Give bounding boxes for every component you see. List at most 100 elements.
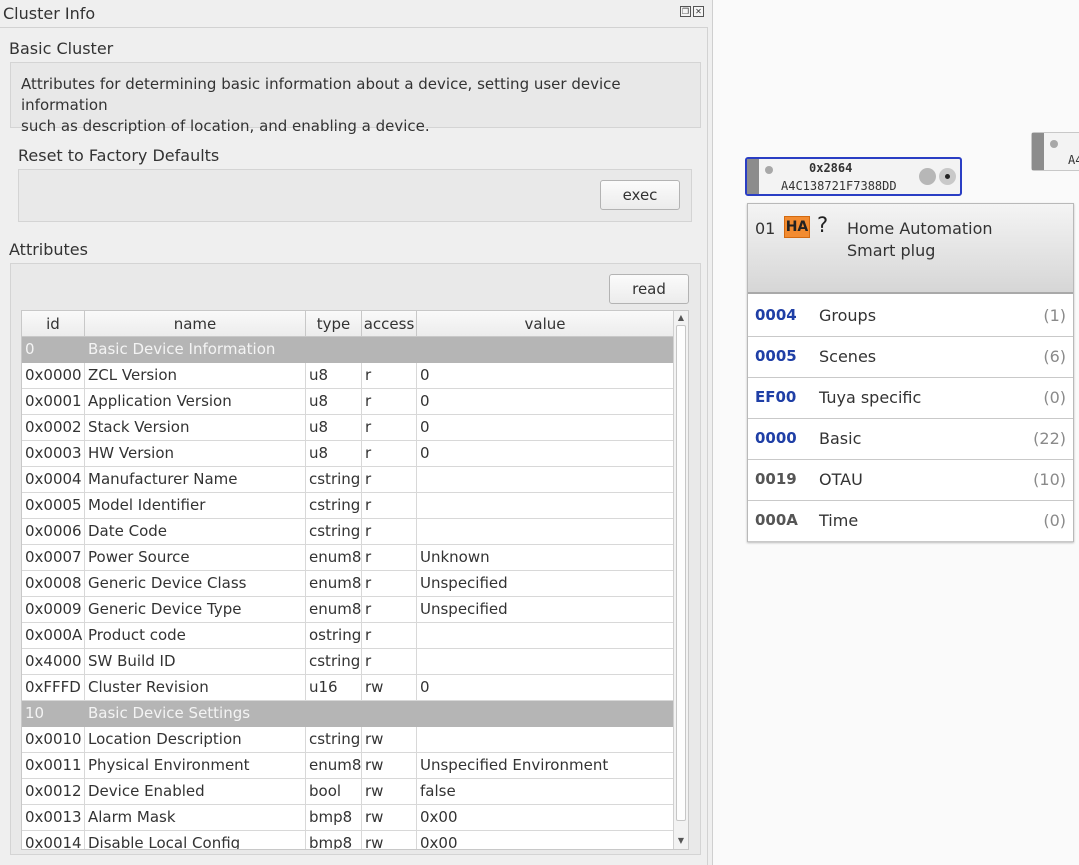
- attribute-id-cell: 0x0006: [22, 519, 85, 544]
- attribute-name-cell: Stack Version: [85, 415, 306, 440]
- cluster-name: Scenes: [819, 347, 877, 366]
- cluster-row[interactable]: 0004 Groups (1): [748, 296, 1073, 337]
- attribute-value-cell: 0: [417, 675, 674, 700]
- attribute-row[interactable]: 0x000A Product code ostring r: [22, 623, 688, 649]
- attribute-id-cell: 0x0004: [22, 467, 85, 492]
- attribute-row[interactable]: 0x0004 Manufacturer Name cstring r: [22, 467, 688, 493]
- attribute-id-cell: 0x0008: [22, 571, 85, 596]
- cluster-id: EF00: [755, 388, 797, 406]
- description-line-2: such as description of location, and ena…: [21, 117, 430, 135]
- attribute-name-cell: HW Version: [85, 441, 306, 466]
- node-canvas[interactable]: A4 0x2864 A4C138721F7388DD 01 HA ? Home …: [712, 0, 1079, 865]
- attribute-value-cell: 0x00: [417, 805, 674, 830]
- cluster-row[interactable]: 0000 Basic (22): [748, 419, 1073, 460]
- attribute-row[interactable]: 0x0006 Date Code cstring r: [22, 519, 688, 545]
- attribute-row[interactable]: 0x0002 Stack Version u8 r 0: [22, 415, 688, 441]
- attribute-row[interactable]: 0x4000 SW Build ID cstring r: [22, 649, 688, 675]
- group-name: Basic Device Settings: [88, 704, 251, 722]
- scroll-up-icon[interactable]: ▲: [676, 313, 686, 323]
- column-header-name[interactable]: name: [85, 311, 306, 337]
- attribute-name-cell: Location Description: [85, 727, 306, 752]
- attribute-type-cell: bool: [306, 779, 362, 804]
- float-icon[interactable]: ❐: [680, 6, 691, 17]
- attribute-access-cell: r: [362, 493, 417, 518]
- attribute-value-cell: Unspecified: [417, 597, 674, 622]
- table-header: id name type access value: [22, 311, 688, 337]
- scroll-down-icon[interactable]: ▼: [676, 836, 686, 846]
- cluster-attribute-count: (0): [1043, 511, 1066, 530]
- attribute-value-cell: Unknown: [417, 545, 674, 570]
- attribute-access-cell: r: [362, 649, 417, 674]
- endpoint-card: 01 HA ? Home Automation Smart plug 0004 G…: [747, 203, 1074, 542]
- attribute-id-cell: 0x000A: [22, 623, 85, 648]
- other-node-header[interactable]: A4: [1031, 132, 1079, 171]
- attribute-row[interactable]: 0x0012 Device Enabled bool rw false: [22, 779, 688, 805]
- attribute-row[interactable]: 0x0014 Disable Local Config bmp8 rw 0x00: [22, 831, 688, 849]
- cluster-id: 0004: [755, 306, 797, 324]
- attribute-type-cell: ostring: [306, 623, 362, 648]
- attribute-name-cell: Model Identifier: [85, 493, 306, 518]
- attribute-type-cell: enum8: [306, 597, 362, 622]
- cluster-row[interactable]: 000A Time (0): [748, 501, 1073, 542]
- attribute-row[interactable]: 0x0009 Generic Device Type enum8 r Unspecifi…: [22, 597, 688, 623]
- attribute-id-cell: 0x0003: [22, 441, 85, 466]
- attribute-id-cell: 0x0007: [22, 545, 85, 570]
- column-header-value[interactable]: value: [417, 311, 674, 337]
- attribute-value-cell: Unspecified: [417, 571, 674, 596]
- exec-button[interactable]: exec: [600, 180, 680, 210]
- node-socket-active-icon[interactable]: [939, 168, 956, 185]
- cluster-row[interactable]: 0019 OTAU (10): [748, 460, 1073, 501]
- cluster-id: 0000: [755, 429, 797, 447]
- attributes-table: id name type access value 0 Basic Device …: [21, 310, 689, 850]
- read-button[interactable]: read: [609, 274, 689, 304]
- attribute-access-cell: r: [362, 415, 417, 440]
- attribute-name-cell: Physical Environment: [85, 753, 306, 778]
- attribute-row[interactable]: 0xFFFD Cluster Revision u16 rw 0: [22, 675, 688, 701]
- attribute-access-cell: r: [362, 519, 417, 544]
- profile-name: Home Automation: [847, 219, 993, 238]
- attribute-row[interactable]: 0x0013 Alarm Mask bmp8 rw 0x00: [22, 805, 688, 831]
- column-header-type[interactable]: type: [306, 311, 362, 337]
- column-header-access[interactable]: access: [362, 311, 417, 337]
- attribute-row[interactable]: 0x0001 Application Version u8 r 0: [22, 389, 688, 415]
- column-header-id[interactable]: id: [22, 311, 85, 337]
- attribute-type-cell: u8: [306, 363, 362, 388]
- attribute-value-cell: [417, 649, 674, 674]
- attribute-row[interactable]: 0x0000 ZCL Version u8 r 0: [22, 363, 688, 389]
- attribute-type-cell: cstring: [306, 649, 362, 674]
- attribute-id-cell: 0x0012: [22, 779, 85, 804]
- node-socket-icon[interactable]: [919, 168, 936, 185]
- table-scrollbar[interactable]: ▲ ▼: [673, 311, 688, 849]
- scroll-thumb[interactable]: [676, 325, 686, 821]
- attribute-row[interactable]: 0x0003 HW Version u8 r 0: [22, 441, 688, 467]
- close-icon[interactable]: ✕: [693, 6, 704, 17]
- attribute-group-row: 0 Basic Device Information: [22, 337, 688, 363]
- cluster-row[interactable]: 0005 Scenes (6): [748, 337, 1073, 378]
- cluster-attribute-count: (0): [1043, 388, 1066, 407]
- attribute-row[interactable]: 0x0007 Power Source enum8 r Unknown: [22, 545, 688, 571]
- attribute-id-cell: 0x0010: [22, 727, 85, 752]
- attribute-id-cell: 0x0011: [22, 753, 85, 778]
- node-stripe: [1032, 133, 1044, 170]
- endpoint-header[interactable]: 01 HA ? Home Automation Smart plug: [748, 204, 1073, 294]
- attribute-row[interactable]: 0x0010 Location Description cstring rw: [22, 727, 688, 753]
- attribute-type-cell: u8: [306, 441, 362, 466]
- cluster-row[interactable]: EF00 Tuya specific (0): [748, 378, 1073, 419]
- attribute-row[interactable]: 0x0008 Generic Device Class enum8 r Unspecif…: [22, 571, 688, 597]
- attribute-row[interactable]: 0x0011 Physical Environment enum8 rw Unspeci…: [22, 753, 688, 779]
- device-name: Smart plug: [847, 241, 936, 260]
- attribute-name-cell: Manufacturer Name: [85, 467, 306, 492]
- cluster-id: 000A: [755, 511, 798, 529]
- attribute-type-cell: cstring: [306, 727, 362, 752]
- attribute-access-cell: r: [362, 571, 417, 596]
- selected-node-header[interactable]: 0x2864 A4C138721F7388DD: [745, 157, 962, 196]
- attribute-row[interactable]: 0x0005 Model Identifier cstring r: [22, 493, 688, 519]
- attribute-value-cell: Unspecified Environment: [417, 753, 674, 778]
- attribute-value-cell: [417, 727, 674, 752]
- attribute-type-cell: enum8: [306, 545, 362, 570]
- attribute-access-cell: r: [362, 467, 417, 492]
- cluster-name: Time: [819, 511, 859, 530]
- cluster-description: Attributes for determining basic informa…: [10, 62, 701, 135]
- attribute-name-cell: Device Enabled: [85, 779, 306, 804]
- attribute-value-cell: 0: [417, 389, 674, 414]
